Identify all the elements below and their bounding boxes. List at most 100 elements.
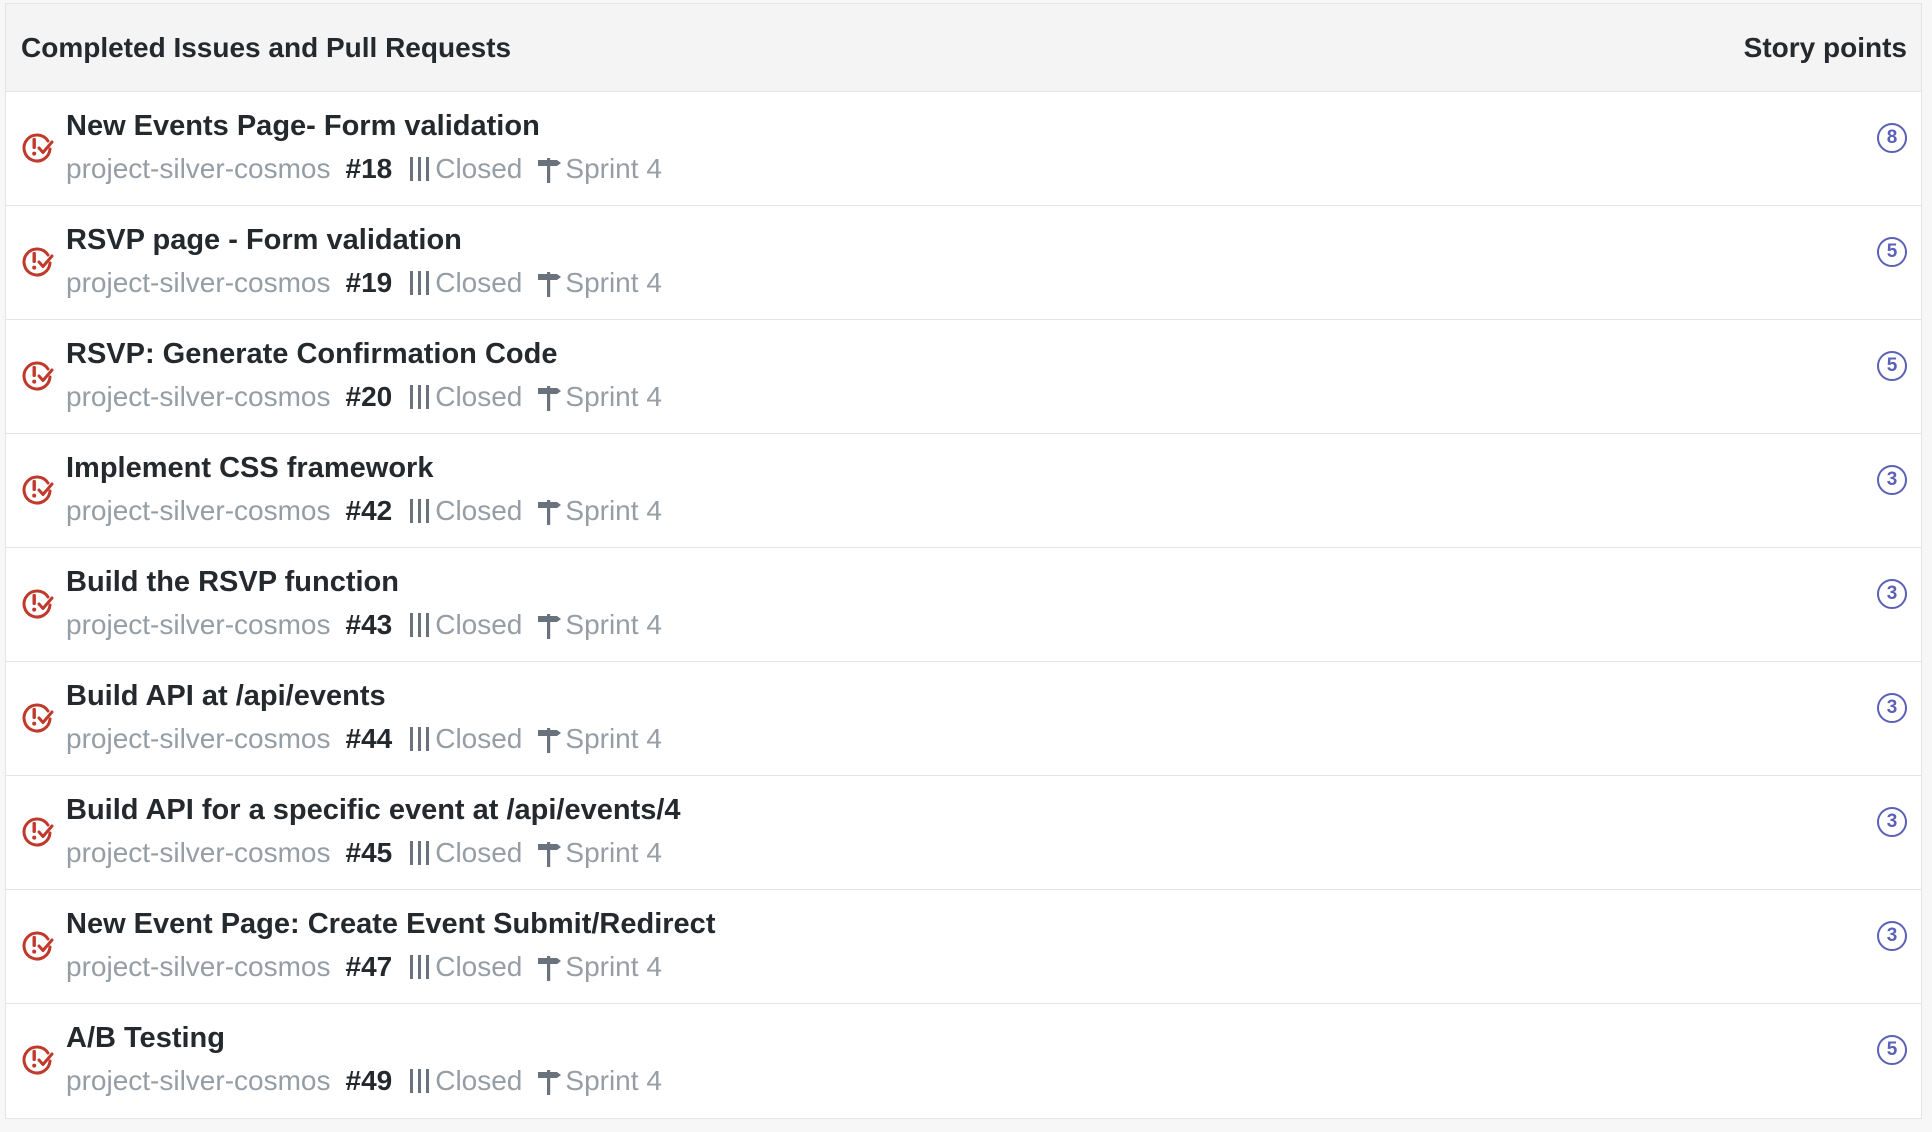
issue-meta: project-silver-cosmos #45 Closed Sprint …	[66, 837, 662, 869]
closed-issue-icon	[20, 1042, 54, 1076]
issue-number[interactable]: #18	[346, 153, 393, 185]
milestone-icon	[536, 497, 562, 525]
milestone-label[interactable]: Sprint 4	[565, 723, 662, 755]
issue-meta: project-silver-cosmos #18 Closed Sprint …	[66, 153, 662, 185]
repo-name[interactable]: project-silver-cosmos	[66, 1065, 331, 1097]
story-points-badge: 8	[1877, 123, 1907, 153]
pipeline-icon	[408, 954, 432, 980]
issue-row[interactable]: Build API at /api/events project-silver-…	[6, 662, 1921, 776]
issue-number[interactable]: #49	[346, 1065, 393, 1097]
pipeline-icon	[408, 156, 432, 182]
milestone-label[interactable]: Sprint 4	[565, 951, 662, 983]
milestone-label[interactable]: Sprint 4	[565, 153, 662, 185]
issue-title[interactable]: RSVP page - Form validation	[66, 224, 462, 257]
pipeline-icon	[408, 270, 432, 296]
issue-status: Closed	[435, 381, 523, 412]
repo-name[interactable]: project-silver-cosmos	[66, 381, 331, 413]
pipeline-icon	[408, 1068, 432, 1094]
issue-status: Closed	[435, 837, 523, 868]
panel-header: Completed Issues and Pull Requests Story…	[6, 4, 1921, 92]
milestone-label[interactable]: Sprint 4	[565, 267, 662, 299]
issue-number[interactable]: #20	[346, 381, 393, 413]
milestone-icon	[536, 383, 562, 411]
issue-title[interactable]: Build API at /api/events	[66, 680, 386, 713]
repo-name[interactable]: project-silver-cosmos	[66, 951, 331, 983]
closed-issue-icon	[20, 928, 54, 962]
issue-number[interactable]: #42	[346, 495, 393, 527]
closed-issue-icon	[20, 244, 54, 278]
repo-name[interactable]: project-silver-cosmos	[66, 495, 331, 527]
closed-issue-icon	[20, 472, 54, 506]
issue-title[interactable]: New Event Page: Create Event Submit/Redi…	[66, 908, 715, 941]
issue-list: New Events Page- Form validation project…	[6, 92, 1921, 1118]
pipeline-icon	[408, 840, 432, 866]
issue-status: Closed	[435, 723, 523, 754]
issue-status: Closed	[435, 267, 523, 298]
issue-status: Closed	[435, 153, 523, 184]
closed-issue-icon	[20, 130, 54, 164]
completed-issues-panel: Completed Issues and Pull Requests Story…	[5, 3, 1922, 1119]
issue-row[interactable]: A/B Testing project-silver-cosmos #49 Cl…	[6, 1004, 1921, 1118]
issue-title[interactable]: A/B Testing	[66, 1022, 225, 1055]
story-points-badge: 5	[1877, 237, 1907, 267]
closed-issue-icon	[20, 814, 54, 848]
panel-title: Completed Issues and Pull Requests	[21, 31, 512, 63]
issue-number[interactable]: #47	[346, 951, 393, 983]
repo-name[interactable]: project-silver-cosmos	[66, 153, 331, 185]
story-points-badge: 3	[1877, 693, 1907, 723]
milestone-icon	[536, 611, 562, 639]
issue-number[interactable]: #43	[346, 609, 393, 641]
issue-row[interactable]: RSVP page - Form validation project-silv…	[6, 206, 1921, 320]
issue-title[interactable]: New Events Page- Form validation	[66, 110, 540, 143]
pipeline-icon	[408, 612, 432, 638]
issue-title[interactable]: Implement CSS framework	[66, 452, 433, 485]
pipeline-icon	[408, 384, 432, 410]
issue-meta: project-silver-cosmos #43 Closed Sprint …	[66, 609, 662, 641]
issue-number[interactable]: #19	[346, 267, 393, 299]
issue-number[interactable]: #44	[346, 723, 393, 755]
issue-title[interactable]: Build the RSVP function	[66, 566, 399, 599]
milestone-icon	[536, 269, 562, 297]
story-points-badge: 3	[1877, 807, 1907, 837]
issue-row[interactable]: Build the RSVP function project-silver-c…	[6, 548, 1921, 662]
issue-meta: project-silver-cosmos #44 Closed Sprint …	[66, 723, 662, 755]
story-points-badge: 5	[1877, 351, 1907, 381]
pipeline-icon	[408, 726, 432, 752]
story-points-header: Story points	[1743, 31, 1907, 63]
repo-name[interactable]: project-silver-cosmos	[66, 609, 331, 641]
issue-row[interactable]: New Events Page- Form validation project…	[6, 92, 1921, 206]
issue-row[interactable]: Build API for a specific event at /api/e…	[6, 776, 1921, 890]
milestone-icon	[536, 155, 562, 183]
milestone-label[interactable]: Sprint 4	[565, 837, 662, 869]
issue-title[interactable]: RSVP: Generate Confirmation Code	[66, 338, 557, 371]
pipeline-icon	[408, 498, 432, 524]
milestone-label[interactable]: Sprint 4	[565, 609, 662, 641]
story-points-badge: 3	[1877, 579, 1907, 609]
issue-row[interactable]: Implement CSS framework project-silver-c…	[6, 434, 1921, 548]
milestone-icon	[536, 1067, 562, 1095]
repo-name[interactable]: project-silver-cosmos	[66, 267, 331, 299]
story-points-badge: 3	[1877, 465, 1907, 495]
issue-status: Closed	[435, 1065, 523, 1096]
milestone-label[interactable]: Sprint 4	[565, 495, 662, 527]
issue-status: Closed	[435, 951, 523, 982]
issue-status: Closed	[435, 495, 523, 526]
milestone-label[interactable]: Sprint 4	[565, 381, 662, 413]
issue-number[interactable]: #45	[346, 837, 393, 869]
story-points-badge: 3	[1877, 921, 1907, 951]
issue-row[interactable]: RSVP: Generate Confirmation Code project…	[6, 320, 1921, 434]
milestone-icon	[536, 953, 562, 981]
milestone-icon	[536, 839, 562, 867]
closed-issue-icon	[20, 358, 54, 392]
issue-meta: project-silver-cosmos #20 Closed Sprint …	[66, 381, 662, 413]
issue-meta: project-silver-cosmos #49 Closed Sprint …	[66, 1065, 662, 1097]
closed-issue-icon	[20, 586, 54, 620]
issue-meta: project-silver-cosmos #47 Closed Sprint …	[66, 951, 662, 983]
milestone-label[interactable]: Sprint 4	[565, 1065, 662, 1097]
repo-name[interactable]: project-silver-cosmos	[66, 837, 331, 869]
issue-row[interactable]: New Event Page: Create Event Submit/Redi…	[6, 890, 1921, 1004]
issue-meta: project-silver-cosmos #42 Closed Sprint …	[66, 495, 662, 527]
issue-meta: project-silver-cosmos #19 Closed Sprint …	[66, 267, 662, 299]
repo-name[interactable]: project-silver-cosmos	[66, 723, 331, 755]
issue-title[interactable]: Build API for a specific event at /api/e…	[66, 794, 681, 827]
